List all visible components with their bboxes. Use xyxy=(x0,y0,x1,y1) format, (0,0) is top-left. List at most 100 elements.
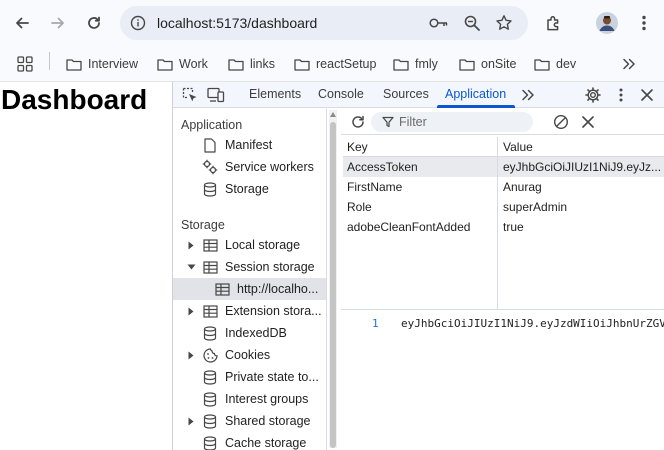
profile-avatar[interactable] xyxy=(595,11,619,35)
bookmark-folder[interactable]: fmly xyxy=(393,52,438,76)
cookie-icon xyxy=(202,347,218,363)
active-tab-indicator xyxy=(437,105,515,108)
value-preview: 1 eyJhbGciOiJIUzI1NiJ9.eyJzdWIiOiJhbnUrZ… xyxy=(341,311,664,335)
reload-button[interactable] xyxy=(82,11,106,35)
sidebar-item-session-storage[interactable]: Session storage xyxy=(173,256,326,278)
table-row[interactable]: AccessToken eyJhbGciOiJIUzI1NiJ9.eyJz... xyxy=(343,157,664,177)
sidebar-item-cookies[interactable]: Cookies xyxy=(173,344,326,366)
bookmark-folder[interactable]: reactSetup xyxy=(294,52,376,76)
clear-all-icon[interactable] xyxy=(552,113,570,131)
scroll-up-arrow-icon[interactable] xyxy=(330,112,336,117)
settings-gear-icon[interactable] xyxy=(584,86,602,104)
sidebar-item-extension-storage[interactable]: Extension stora... xyxy=(173,300,326,322)
row-key[interactable]: Role xyxy=(347,200,372,214)
database-icon xyxy=(202,413,218,429)
sidebar-item-label: Cookies xyxy=(225,348,271,362)
row-key[interactable]: AccessToken xyxy=(347,160,418,174)
row-key[interactable]: adobeCleanFontAdded xyxy=(347,220,470,234)
tab-sources[interactable]: Sources xyxy=(383,87,429,101)
session-storage-panel: Filter Key Value AccessToken eyJhbGciOiJ… xyxy=(341,109,664,450)
folder-icon xyxy=(534,58,550,71)
bookmark-folder[interactable]: links xyxy=(228,52,275,76)
sidebar-item-interest-groups[interactable]: Interest groups xyxy=(173,388,326,410)
more-bookmarks-button[interactable] xyxy=(622,52,642,76)
bookmark-folder[interactable]: Work xyxy=(157,52,208,76)
bookmark-star-icon[interactable] xyxy=(494,13,514,33)
device-toolbar-icon[interactable] xyxy=(207,86,225,104)
close-devtools-icon[interactable] xyxy=(638,86,656,104)
folder-icon xyxy=(66,58,82,71)
row-value[interactable]: superAdmin xyxy=(503,200,663,214)
table-row[interactable]: adobeCleanFontAdded true xyxy=(343,217,664,237)
address-bar[interactable]: localhost:5173/dashboard xyxy=(120,6,528,40)
column-header-value[interactable]: Value xyxy=(503,140,663,154)
sidebar-item-label: Extension stora... xyxy=(225,304,322,318)
avatar-icon xyxy=(596,12,618,34)
sidebar-item-storage[interactable]: Storage xyxy=(173,178,326,200)
sidebar-item-cache-storage[interactable]: Cache storage xyxy=(173,432,326,450)
tab-application[interactable]: Application xyxy=(445,87,506,101)
collapse-arrow-icon[interactable] xyxy=(186,262,196,272)
sidebar-item-label: Cache storage xyxy=(225,436,307,450)
filter-input[interactable]: Filter xyxy=(371,112,533,132)
storage-table: Key Value AccessToken eyJhbGciOiJIUzI1Ni… xyxy=(343,137,664,237)
bookmark-folder[interactable]: onSite xyxy=(459,52,516,76)
sidebar-item-private-state-tokens[interactable]: Private state to... xyxy=(173,366,326,388)
database-icon xyxy=(202,391,218,407)
table-row[interactable]: Role superAdmin xyxy=(343,197,664,217)
sidebar-item-manifest[interactable]: Manifest xyxy=(173,134,326,156)
tab-console[interactable]: Console xyxy=(318,87,364,101)
expand-arrow-icon[interactable] xyxy=(186,416,196,426)
preview-text[interactable]: eyJhbGciOiJIUzI1NiJ9.eyJzdWIiOiJhbnUrZGV xyxy=(401,317,664,330)
preview-line-number: 1 xyxy=(372,317,379,330)
folder-icon xyxy=(393,58,409,71)
sidebar-item-indexeddb[interactable]: IndexedDB xyxy=(173,322,326,344)
delete-selected-icon[interactable] xyxy=(579,113,597,131)
row-key[interactable]: FirstName xyxy=(347,180,402,194)
table-icon xyxy=(202,303,218,319)
site-info-icon[interactable] xyxy=(128,13,148,33)
extensions-button[interactable] xyxy=(542,11,566,35)
url-text[interactable]: localhost:5173/dashboard xyxy=(157,15,317,31)
sidebar-item-service-workers[interactable]: Service workers xyxy=(173,156,326,178)
inspect-element-icon[interactable] xyxy=(181,86,199,104)
column-divider[interactable] xyxy=(497,137,498,309)
sidebar-item-session-origin[interactable]: http://localho... xyxy=(173,278,326,300)
expand-arrow-icon[interactable] xyxy=(186,240,196,250)
column-header-key[interactable]: Key xyxy=(347,140,368,154)
sidebar-item-label: IndexedDB xyxy=(225,326,287,340)
apps-grid-icon xyxy=(17,56,33,72)
sidebar-item-shared-storage[interactable]: Shared storage xyxy=(173,410,326,432)
table-icon xyxy=(202,259,218,275)
row-value[interactable]: Anurag xyxy=(503,180,663,194)
browser-menu-button[interactable] xyxy=(632,11,656,35)
back-button[interactable] xyxy=(10,11,34,35)
scrollbar-thumb[interactable] xyxy=(330,122,336,448)
key-icon[interactable] xyxy=(429,13,449,33)
more-tabs-icon[interactable] xyxy=(519,86,537,104)
bookmark-folder[interactable]: Interview xyxy=(66,52,138,76)
zoom-icon[interactable] xyxy=(462,13,482,33)
expand-arrow-icon[interactable] xyxy=(186,306,196,316)
devtools-menu-icon[interactable] xyxy=(612,86,630,104)
expand-arrow-icon[interactable] xyxy=(186,350,196,360)
sidebar-item-label: Shared storage xyxy=(225,414,311,428)
refresh-icon[interactable] xyxy=(349,113,367,131)
sidebar-item-label: Local storage xyxy=(225,238,301,252)
bookmark-label: Work xyxy=(179,57,208,71)
table-row[interactable]: FirstName Anurag xyxy=(343,177,664,197)
row-value[interactable]: true xyxy=(503,220,663,234)
sidebar-scrollbar[interactable] xyxy=(329,110,337,448)
file-icon xyxy=(202,137,218,153)
table-icon xyxy=(214,281,230,297)
sidebar-item-local-storage[interactable]: Local storage xyxy=(173,234,326,256)
bookmark-folder[interactable]: dev xyxy=(534,52,576,76)
sidebar-item-label: Manifest xyxy=(225,138,273,152)
sidebar-item-label: Private state to... xyxy=(225,370,319,384)
forward-button[interactable] xyxy=(46,11,70,35)
row-value[interactable]: eyJhbGciOiJIUzI1NiJ9.eyJz... xyxy=(503,160,663,174)
browser-toolbar: localhost:5173/dashboard xyxy=(0,0,664,46)
database-icon xyxy=(202,325,218,341)
tab-elements[interactable]: Elements xyxy=(249,87,301,101)
apps-button[interactable] xyxy=(17,52,39,76)
